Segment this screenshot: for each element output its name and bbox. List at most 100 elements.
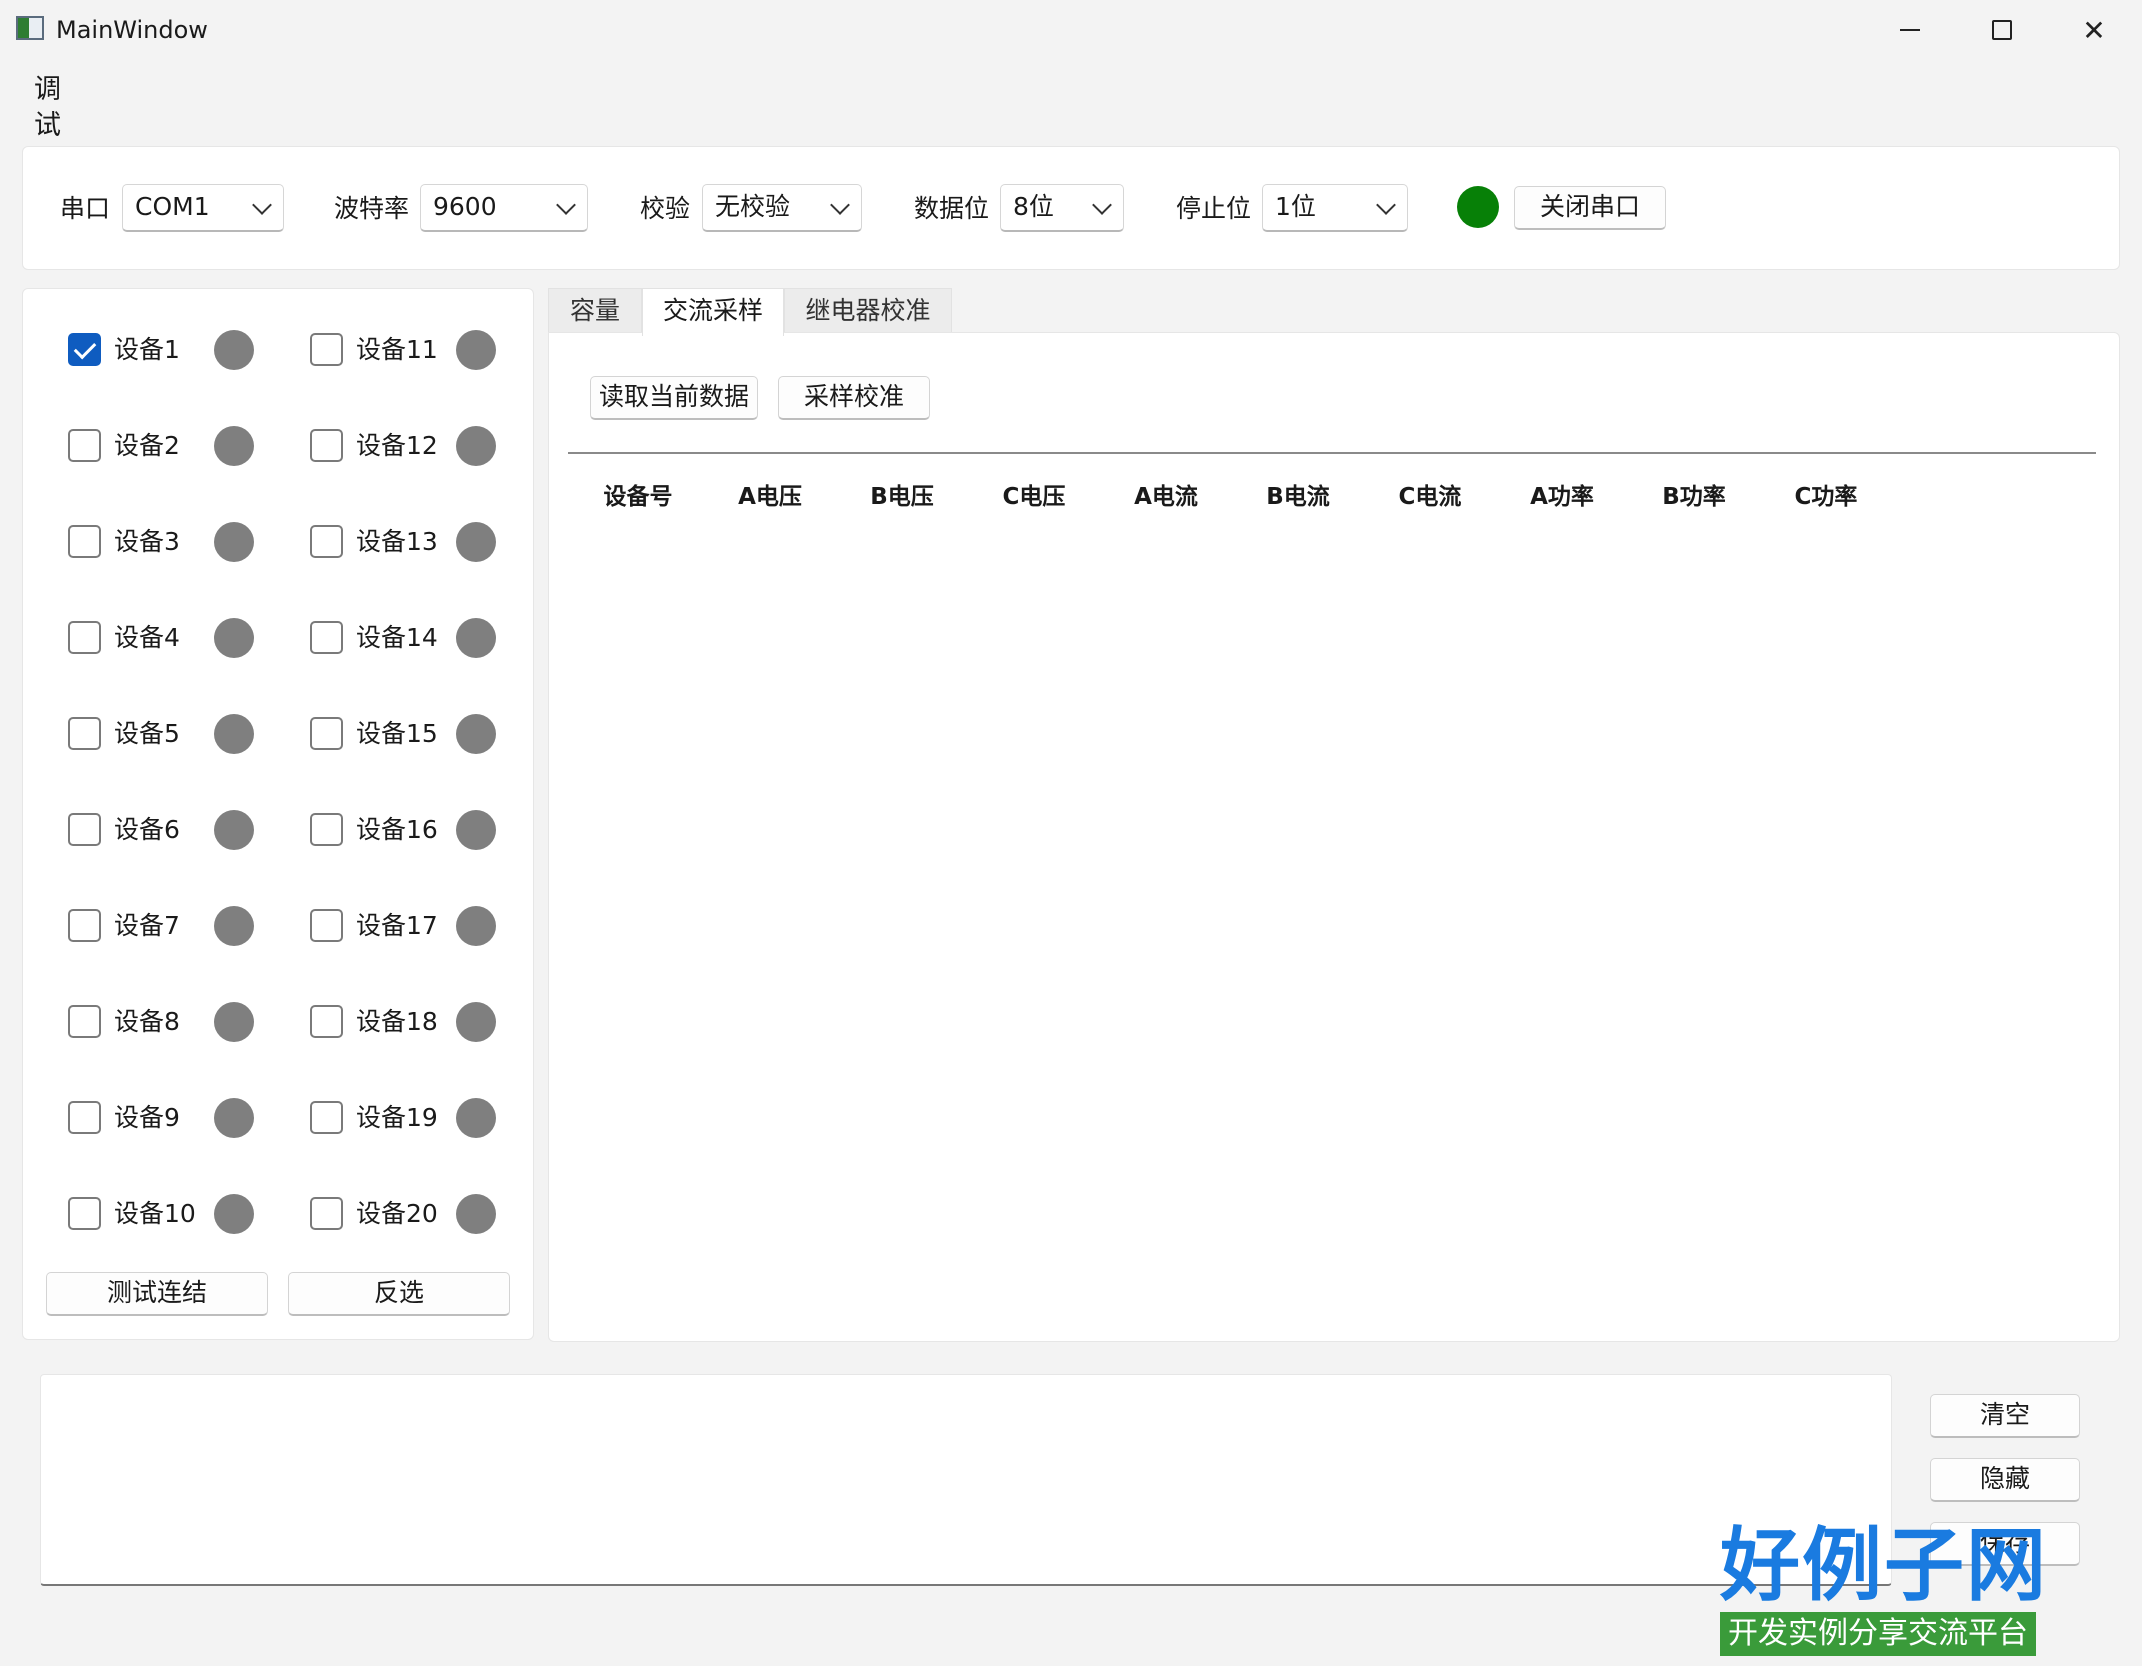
device-checkbox[interactable] [68,621,101,654]
device-item-4[interactable]: 设备4 [68,616,268,660]
minimize-button[interactable] [1864,0,1956,60]
test-connection-button[interactable]: 测试连结 [46,1272,268,1316]
column-header: A功率 [1530,484,1594,510]
menu-debug[interactable]: 调试 [34,72,61,144]
device-item-6[interactable]: 设备6 [68,808,268,852]
device-checkbox[interactable] [310,717,343,750]
parity-select[interactable]: 无校验 [702,184,862,232]
device-checkbox[interactable] [68,429,101,462]
device-status-led [456,330,496,370]
device-status-led [214,1098,254,1138]
device-status-led [214,426,254,466]
device-checkbox[interactable] [310,429,343,462]
device-checkbox[interactable] [310,1101,343,1134]
device-status-led [456,1194,496,1234]
databits-select[interactable]: 8位 [1000,184,1124,232]
device-label: 设备17 [356,911,438,940]
device-item-11[interactable]: 设备11 [310,328,510,372]
device-checkbox[interactable] [68,813,101,846]
device-checkbox[interactable] [68,1005,101,1038]
device-item-12[interactable]: 设备12 [310,424,510,468]
watermark-brand: 好例子网 [1720,1519,2048,1612]
device-status-led [456,618,496,658]
device-item-18[interactable]: 设备18 [310,1000,510,1044]
clear-button[interactable]: 清空 [1930,1394,2080,1438]
watermark-logo: 好例子网 开发实例分享交流平台 [1720,1516,2080,1656]
device-status-led [456,714,496,754]
device-checkbox[interactable] [310,813,343,846]
close-window-button[interactable]: ✕ [2048,0,2140,60]
device-checkbox[interactable] [68,717,101,750]
chevron-down-icon [556,195,576,215]
device-checkbox[interactable] [68,333,101,366]
chevron-down-icon [1092,195,1112,215]
device-item-15[interactable]: 设备15 [310,712,510,756]
device-item-9[interactable]: 设备9 [68,1096,268,1140]
device-checkbox[interactable] [310,909,343,942]
device-label: 设备10 [114,1199,196,1228]
device-status-led [214,618,254,658]
device-label: 设备4 [114,623,180,652]
device-checkbox[interactable] [68,909,101,942]
baud-select[interactable]: 9600 [420,184,588,232]
maximize-button[interactable] [1956,0,2048,60]
device-status-led [214,1194,254,1234]
close-port-button[interactable]: 关闭串口 [1514,186,1666,230]
device-checkbox[interactable] [310,525,343,558]
read-current-data-button[interactable]: 读取当前数据 [590,376,758,420]
device-item-3[interactable]: 设备3 [68,520,268,564]
port-label: 串口 [60,194,111,223]
stopbits-label: 停止位 [1176,194,1252,223]
device-label: 设备19 [356,1103,438,1132]
device-checkbox[interactable] [68,1197,101,1230]
log-textarea[interactable] [40,1374,1892,1586]
device-status-led [456,810,496,850]
app-icon [16,16,44,40]
column-header: C电流 [1398,484,1462,510]
device-label: 设备20 [356,1199,438,1228]
serial-status-led [1457,186,1499,228]
device-status-led [456,522,496,562]
baud-label: 波特率 [334,194,410,223]
minimize-icon [1900,29,1920,31]
column-header: B电流 [1266,484,1330,510]
device-label: 设备18 [356,1007,438,1036]
device-checkbox[interactable] [310,333,343,366]
device-item-7[interactable]: 设备7 [68,904,268,948]
parity-value: 无校验 [715,192,791,221]
device-status-led [456,426,496,466]
stopbits-select[interactable]: 1位 [1262,184,1408,232]
column-header: A电流 [1134,484,1198,510]
device-checkbox[interactable] [68,1101,101,1134]
device-label: 设备6 [114,815,180,844]
invert-selection-button[interactable]: 反选 [288,1272,510,1316]
device-label: 设备12 [356,431,438,460]
device-label: 设备7 [114,911,180,940]
device-item-2[interactable]: 设备2 [68,424,268,468]
hide-button[interactable]: 隐藏 [1930,1458,2080,1502]
tab-relay-calibration[interactable]: 继电器校准 [784,288,952,334]
sampling-calibrate-button[interactable]: 采样校准 [778,376,930,420]
device-checkbox[interactable] [310,621,343,654]
device-item-17[interactable]: 设备17 [310,904,510,948]
parity-label: 校验 [640,194,691,223]
device-item-20[interactable]: 设备20 [310,1192,510,1236]
device-item-5[interactable]: 设备5 [68,712,268,756]
device-label: 设备9 [114,1103,180,1132]
device-label: 设备15 [356,719,438,748]
device-item-1[interactable]: 设备1 [68,328,268,372]
device-label: 设备14 [356,623,438,652]
device-checkbox[interactable] [310,1005,343,1038]
chevron-down-icon [1376,195,1396,215]
device-checkbox[interactable] [68,525,101,558]
port-select[interactable]: COM1 [122,184,284,232]
device-item-16[interactable]: 设备16 [310,808,510,852]
device-item-13[interactable]: 设备13 [310,520,510,564]
device-item-8[interactable]: 设备8 [68,1000,268,1044]
device-item-19[interactable]: 设备19 [310,1096,510,1140]
device-item-10[interactable]: 设备10 [68,1192,268,1236]
device-item-14[interactable]: 设备14 [310,616,510,660]
device-checkbox[interactable] [310,1197,343,1230]
tab-capacity[interactable]: 容量 [548,288,642,334]
tab-ac-sampling[interactable]: 交流采样 [642,288,784,336]
